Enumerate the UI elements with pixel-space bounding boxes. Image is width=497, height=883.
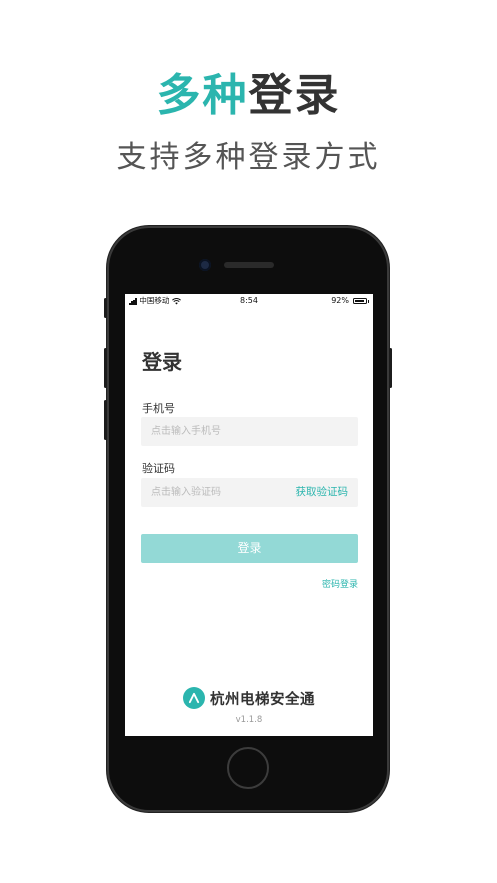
battery-percent: 92% xyxy=(331,296,349,305)
side-button-mute xyxy=(104,298,107,318)
login-button[interactable]: 登录 xyxy=(141,534,358,563)
front-camera xyxy=(199,259,211,271)
brand-logo-icon xyxy=(183,687,205,709)
hero-title-rest: 登录 xyxy=(248,70,341,121)
hero-title: 多种登录 xyxy=(0,68,497,124)
earpiece-speaker xyxy=(224,262,274,268)
side-button-volume-down xyxy=(104,400,107,440)
hero-title-accent: 多种 xyxy=(156,70,249,121)
code-label: 验证码 xyxy=(142,462,175,475)
phone-input[interactable] xyxy=(141,417,358,446)
get-code-button[interactable]: 获取验证码 xyxy=(296,485,349,499)
battery-icon xyxy=(353,298,367,304)
home-button[interactable] xyxy=(227,747,269,789)
app-version: v1.1.8 xyxy=(235,715,263,725)
app-screen: 中国移动 8:54 92% 登录 手机号 验证码 获取验证码 登录 密码登录 xyxy=(125,294,373,736)
password-login-link[interactable]: 密码登录 xyxy=(322,577,358,590)
side-button-power xyxy=(389,348,392,388)
brand: 杭州电梯安全通 xyxy=(125,687,373,709)
hero-subtitle: 支持多种登录方式 xyxy=(116,140,381,175)
brand-name: 杭州电梯安全通 xyxy=(210,691,315,708)
login-title: 登录 xyxy=(142,350,182,374)
battery-tip xyxy=(368,299,369,303)
phone-label: 手机号 xyxy=(142,402,175,415)
status-right: 92% xyxy=(331,294,369,308)
side-button-volume-up xyxy=(104,348,107,388)
status-bar: 中国移动 8:54 92% xyxy=(125,294,373,308)
